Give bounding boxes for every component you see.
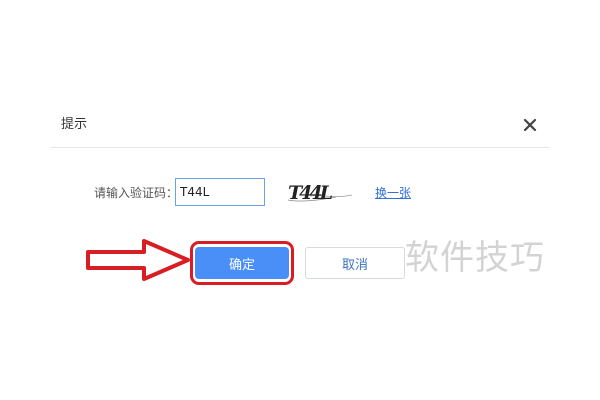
dialog-title: 提示 — [61, 117, 88, 132]
close-icon[interactable] — [522, 117, 538, 133]
watermark-text: 软件技巧 — [405, 238, 545, 278]
dialog-header: 提示 — [50, 104, 550, 148]
refresh-captcha-link[interactable]: 换一张 — [375, 185, 411, 201]
cancel-button[interactable]: 取消 — [305, 247, 405, 279]
captcha-input[interactable] — [175, 178, 265, 206]
captcha-image-text: T44L — [288, 182, 333, 204]
right-arrow-icon — [86, 239, 190, 281]
ok-button[interactable]: 确定 — [195, 247, 289, 279]
captcha-image[interactable]: T44L — [286, 178, 354, 208]
captcha-label: 请输入验证码： — [94, 186, 179, 200]
page: 提示 请输入验证码： T44L 换一张 确定 取消 软件技巧 — [0, 0, 600, 400]
